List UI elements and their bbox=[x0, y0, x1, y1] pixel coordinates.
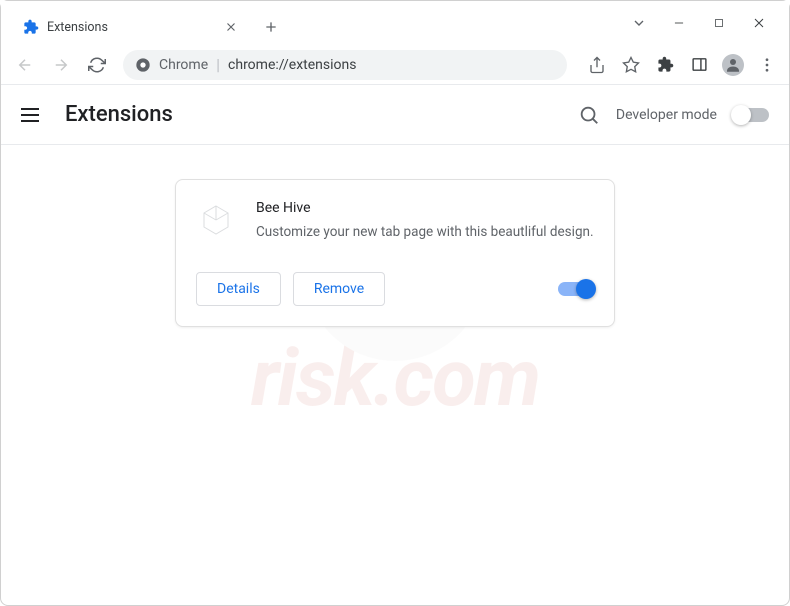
hamburger-menu-icon[interactable] bbox=[21, 103, 45, 127]
extensions-puzzle-icon[interactable] bbox=[651, 51, 679, 79]
minimize-button[interactable] bbox=[669, 13, 689, 33]
developer-mode-toggle[interactable] bbox=[733, 108, 769, 122]
extension-name: Bee Hive bbox=[256, 200, 594, 216]
profile-avatar[interactable] bbox=[719, 51, 747, 79]
titlebar: Extensions bbox=[1, 1, 789, 45]
share-icon[interactable] bbox=[583, 51, 611, 79]
remove-button[interactable]: Remove bbox=[293, 272, 385, 306]
browser-tab[interactable]: Extensions bbox=[11, 9, 251, 45]
page-title: Extensions bbox=[65, 102, 173, 127]
extensions-content: Bee Hive Customize your new tab page wit… bbox=[1, 145, 789, 327]
search-icon[interactable] bbox=[578, 104, 600, 126]
maximize-button[interactable] bbox=[709, 13, 729, 33]
new-tab-button[interactable] bbox=[257, 13, 285, 41]
extension-enable-toggle[interactable] bbox=[558, 282, 594, 296]
omnibox-divider: | bbox=[216, 55, 220, 74]
extensions-page-header: Extensions Developer mode bbox=[1, 85, 789, 145]
toolbar: Chrome | chrome://extensions bbox=[1, 45, 789, 85]
toolbar-right bbox=[577, 51, 781, 79]
bookmark-star-icon[interactable] bbox=[617, 51, 645, 79]
window-controls bbox=[629, 13, 789, 33]
close-tab-icon[interactable] bbox=[223, 19, 239, 35]
reload-button[interactable] bbox=[81, 49, 113, 81]
omnibox[interactable]: Chrome | chrome://extensions bbox=[123, 50, 567, 80]
close-window-button[interactable] bbox=[749, 13, 769, 33]
extension-card: Bee Hive Customize your new tab page wit… bbox=[175, 179, 615, 327]
back-button[interactable] bbox=[9, 49, 41, 81]
tab-title: Extensions bbox=[47, 20, 223, 35]
omnibox-url: chrome://extensions bbox=[228, 57, 356, 73]
extension-description: Customize your new tab page with this be… bbox=[256, 222, 594, 242]
details-button[interactable]: Details bbox=[196, 272, 281, 306]
omnibox-scheme: Chrome bbox=[159, 57, 208, 73]
extension-puzzle-icon bbox=[23, 19, 39, 35]
watermark-text: risk.com bbox=[251, 331, 539, 425]
side-panel-icon[interactable] bbox=[685, 51, 713, 79]
extension-icon bbox=[196, 200, 236, 240]
menu-dots-icon[interactable] bbox=[753, 51, 781, 79]
forward-button[interactable] bbox=[45, 49, 77, 81]
developer-mode-label: Developer mode bbox=[616, 107, 717, 123]
chevron-down-icon[interactable] bbox=[629, 13, 649, 33]
chrome-icon bbox=[135, 57, 151, 73]
